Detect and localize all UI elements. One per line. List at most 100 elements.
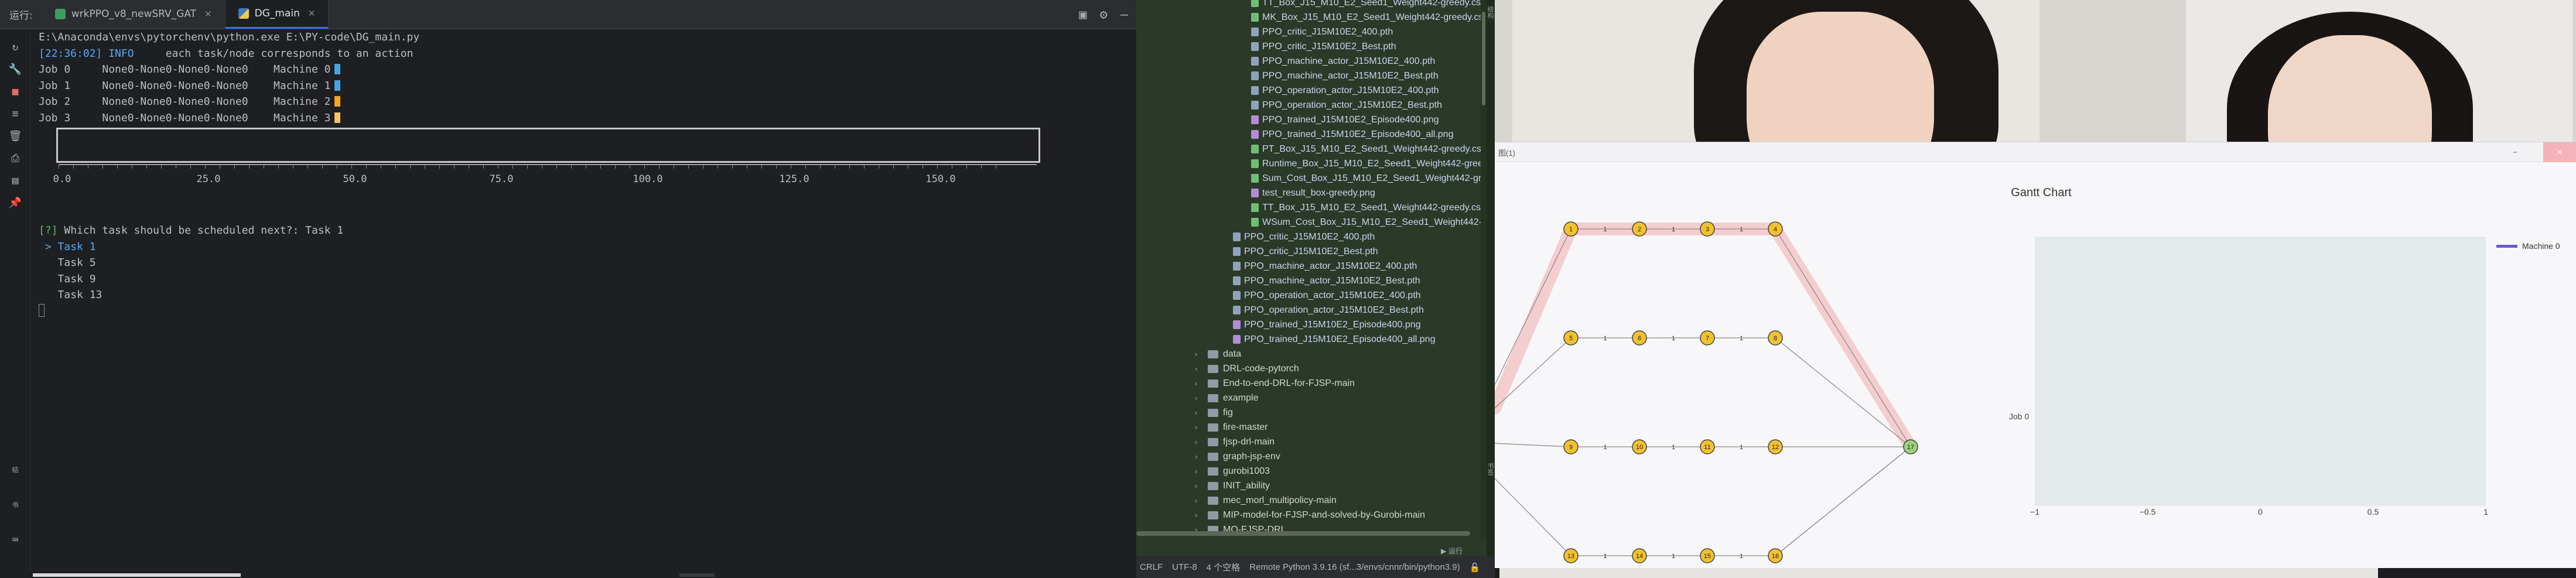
chevron-right-icon[interactable]: › <box>1195 350 1205 358</box>
chevron-right-icon[interactable]: › <box>1195 408 1205 417</box>
choice-option[interactable]: Task 9 <box>39 271 1128 288</box>
tree-file-item[interactable]: PPO_operation_actor_J15M10E2_Best.pth <box>1233 303 1424 317</box>
chevron-right-icon[interactable]: › <box>1195 379 1205 388</box>
tree-folder-item[interactable]: › graph-jsp-env <box>1195 449 1280 464</box>
bookmarks-label[interactable]: 书 <box>8 498 22 512</box>
chevron-right-icon[interactable]: › <box>1195 364 1205 373</box>
axis-minor-tick <box>249 165 250 169</box>
horizontal-scrollbar-thumb[interactable] <box>679 573 715 577</box>
interpreter[interactable]: Remote Python 3.9.16 (sf...3/envs/cnnr/b… <box>1249 562 1460 572</box>
tree-file-item[interactable]: PT_Box_J15_M10_E2_Seed1_Weight442-greedy… <box>1251 142 1482 156</box>
file-name: test_result_box-greedy.png <box>1262 187 1375 198</box>
tree-file-item[interactable]: PPO_operation_actor_J15M10E2_400.pth <box>1251 83 1439 98</box>
node-label: 7 <box>1706 335 1709 342</box>
tree-folder-item[interactable]: › fire-master <box>1195 420 1267 435</box>
chevron-right-icon[interactable]: › <box>1195 394 1205 402</box>
chevron-right-icon[interactable]: › <box>1195 423 1205 432</box>
node-label: 3 <box>1706 226 1709 233</box>
side-tab-structure[interactable]: 结构 <box>1487 6 1495 19</box>
chevron-right-icon[interactable]: › <box>1195 467 1205 476</box>
job-chain: None0-None0-None0-None0 <box>102 63 248 76</box>
tree-file-item[interactable]: PPO_machine_actor_J15M10E2_400.pth <box>1251 54 1435 69</box>
gantt-title: Gantt Chart <box>2011 186 2072 199</box>
project-tree[interactable]: TT_Box_J15_M10_E2_Seed1_Weight442-greedy… <box>1136 0 1482 539</box>
tree-file-item[interactable]: PPO_trained_J15M10E2_Episode400_all.png <box>1251 127 1453 142</box>
chevron-right-icon[interactable]: › <box>1195 496 1205 505</box>
tree-folder-item[interactable]: › data <box>1195 347 1241 361</box>
chevron-right-icon[interactable]: › <box>1195 511 1205 519</box>
axis-minor-tick <box>732 165 733 169</box>
trash-icon[interactable]: 🗑 <box>8 129 22 143</box>
layout-icon[interactable]: ▤ <box>8 173 22 187</box>
axis-minor-tick <box>395 165 396 169</box>
soft-wrap-icon[interactable]: ≡ <box>8 107 22 121</box>
tree-horizontal-scrollbar[interactable] <box>1136 531 1470 536</box>
choice-option[interactable]: Task 13 <box>39 287 1128 303</box>
close-icon[interactable]: ✕ <box>308 8 316 19</box>
terminal-icon[interactable]: ⌨ <box>8 533 22 547</box>
tree-folder-item[interactable]: › fig <box>1195 405 1233 420</box>
tree-folder-item[interactable]: › DRL-code-pytorch <box>1195 361 1299 376</box>
tree-scrollbar-thumb[interactable] <box>1482 12 1485 105</box>
tree-file-item[interactable]: PPO_machine_actor_J15M10E2_Best.pth <box>1251 69 1439 83</box>
tree-folder-item[interactable]: › mec_morl_multipolicy-main <box>1195 493 1337 508</box>
tree-folder-item[interactable]: › MIP-model-for-FJSP-and-solved-by-Gurobi… <box>1195 508 1425 522</box>
indent[interactable]: 4 个空格 <box>1207 561 1241 573</box>
close-button[interactable]: × <box>2543 142 2576 162</box>
tab-dg-main[interactable]: DG_main ✕ <box>225 0 329 29</box>
tree-file-item[interactable]: PPO_critic_J15M10E2_Best.pth <box>1233 244 1378 259</box>
structure-label[interactable]: 结 <box>8 463 22 477</box>
tree-file-item[interactable]: PPO_trained_J15M10E2_Episode400.png <box>1251 112 1439 127</box>
tree-file-item[interactable]: PPO_critic_J15M10E2_400.pth <box>1251 25 1393 39</box>
minimize-icon[interactable]: — <box>1120 8 1128 22</box>
gear-icon[interactable]: ⚙ <box>1100 8 1108 22</box>
input-cursor[interactable] <box>39 303 1128 320</box>
tree-file-item[interactable]: PPO_machine_actor_J15M10E2_400.pth <box>1233 259 1417 273</box>
tree-folder-item[interactable]: › INIT_ability <box>1195 478 1270 493</box>
tree-folder-item[interactable]: › End-to-end-DRL-for-FJSP-main <box>1195 376 1355 391</box>
wrench-icon[interactable]: 🔧 <box>8 62 22 76</box>
stop-icon[interactable]: ■ <box>8 84 22 98</box>
minimize-button[interactable]: – <box>2499 142 2531 162</box>
encoding[interactable]: UTF-8 <box>1172 562 1197 572</box>
pin-icon[interactable]: 📌 <box>8 196 22 210</box>
tree-file-item[interactable]: PPO_trained_J15M10E2_Episode400_all.png <box>1233 332 1435 347</box>
tree-file-item[interactable]: WSum_Cost_Box_J15_M10_E2_Seed1_Weight442… <box>1251 215 1482 230</box>
run-console-panel: 运行: wrkPPO_v8_newSRV_GAT ✕ DG_main ✕ ▣ ⚙… <box>0 0 1136 578</box>
tree-file-item[interactable]: PPO_machine_actor_J15M10E2_Best.pth <box>1233 273 1420 288</box>
tree-file-item[interactable]: Sum_Cost_Box_J15_M10_E2_Seed1_Weight442-… <box>1251 171 1482 186</box>
tree-file-item[interactable]: PPO_operation_actor_J15M10E2_400.pth <box>1233 288 1421 303</box>
tree-file-item[interactable]: PPO_critic_J15M10E2_Best.pth <box>1251 39 1396 54</box>
tree-file-item[interactable]: TT_Box_J15_M10_E2_Seed1_Weight442-greedy… <box>1251 0 1482 10</box>
side-tab-bookmarks[interactable]: 书签 <box>1487 463 1495 476</box>
layout-icon[interactable]: ▣ <box>1079 8 1087 22</box>
axis-minor-tick <box>234 165 235 169</box>
folder-icon <box>1208 379 1218 388</box>
console-output[interactable]: E:\Anaconda\envs\pytorchenv\python.exe E… <box>39 29 1128 545</box>
close-icon[interactable]: ✕ <box>204 9 212 19</box>
line-ending[interactable]: CRLF <box>1140 562 1163 572</box>
tree-file-item[interactable]: MK_Box_J15_M10_E2_Seed1_Weight442-greedy… <box>1251 10 1482 25</box>
tree-file-item[interactable]: PPO_critic_J15M10E2_400.pth <box>1233 230 1375 244</box>
tree-folder-item[interactable]: › example <box>1195 391 1258 405</box>
tree-file-item[interactable]: TT_Box_J15_M10_E2_Seed1_Weight442-greedy… <box>1251 200 1482 215</box>
chevron-right-icon[interactable]: › <box>1195 481 1205 490</box>
png-file-icon <box>1251 115 1259 124</box>
choice-option[interactable]: Task 5 <box>39 255 1128 271</box>
run-mini-button[interactable]: ▶ 运行 <box>1441 546 1482 555</box>
tree-file-item[interactable]: PPO_trained_J15M10E2_Episode400.png <box>1233 317 1421 332</box>
tree-folder-item[interactable]: › fjsp-drl-main <box>1195 435 1275 449</box>
print-icon[interactable]: ⎙ <box>8 151 22 165</box>
axis-tick-label: 100.0 <box>633 173 663 185</box>
tab-wrkppo[interactable]: wrkPPO_v8_newSRV_GAT ✕ <box>42 0 226 29</box>
tree-folder-item[interactable]: › gurobi1003 <box>1195 464 1270 478</box>
tree-file-item[interactable]: test_result_box-greedy.png <box>1251 186 1375 200</box>
horizontal-scrollbar[interactable] <box>33 573 241 577</box>
rerun-icon[interactable]: ↻ <box>8 40 22 54</box>
chevron-right-icon[interactable]: › <box>1195 437 1205 446</box>
choice-option[interactable]: > Task 1 <box>39 239 1128 255</box>
tree-file-item[interactable]: Runtime_Box_J15_M10_E2_Seed1_Weight442-g… <box>1251 156 1482 171</box>
ascii-axis-line <box>59 164 1037 170</box>
tree-file-item[interactable]: PPO_operation_actor_J15M10E2_Best.pth <box>1251 98 1442 112</box>
chevron-right-icon[interactable]: › <box>1195 452 1205 461</box>
